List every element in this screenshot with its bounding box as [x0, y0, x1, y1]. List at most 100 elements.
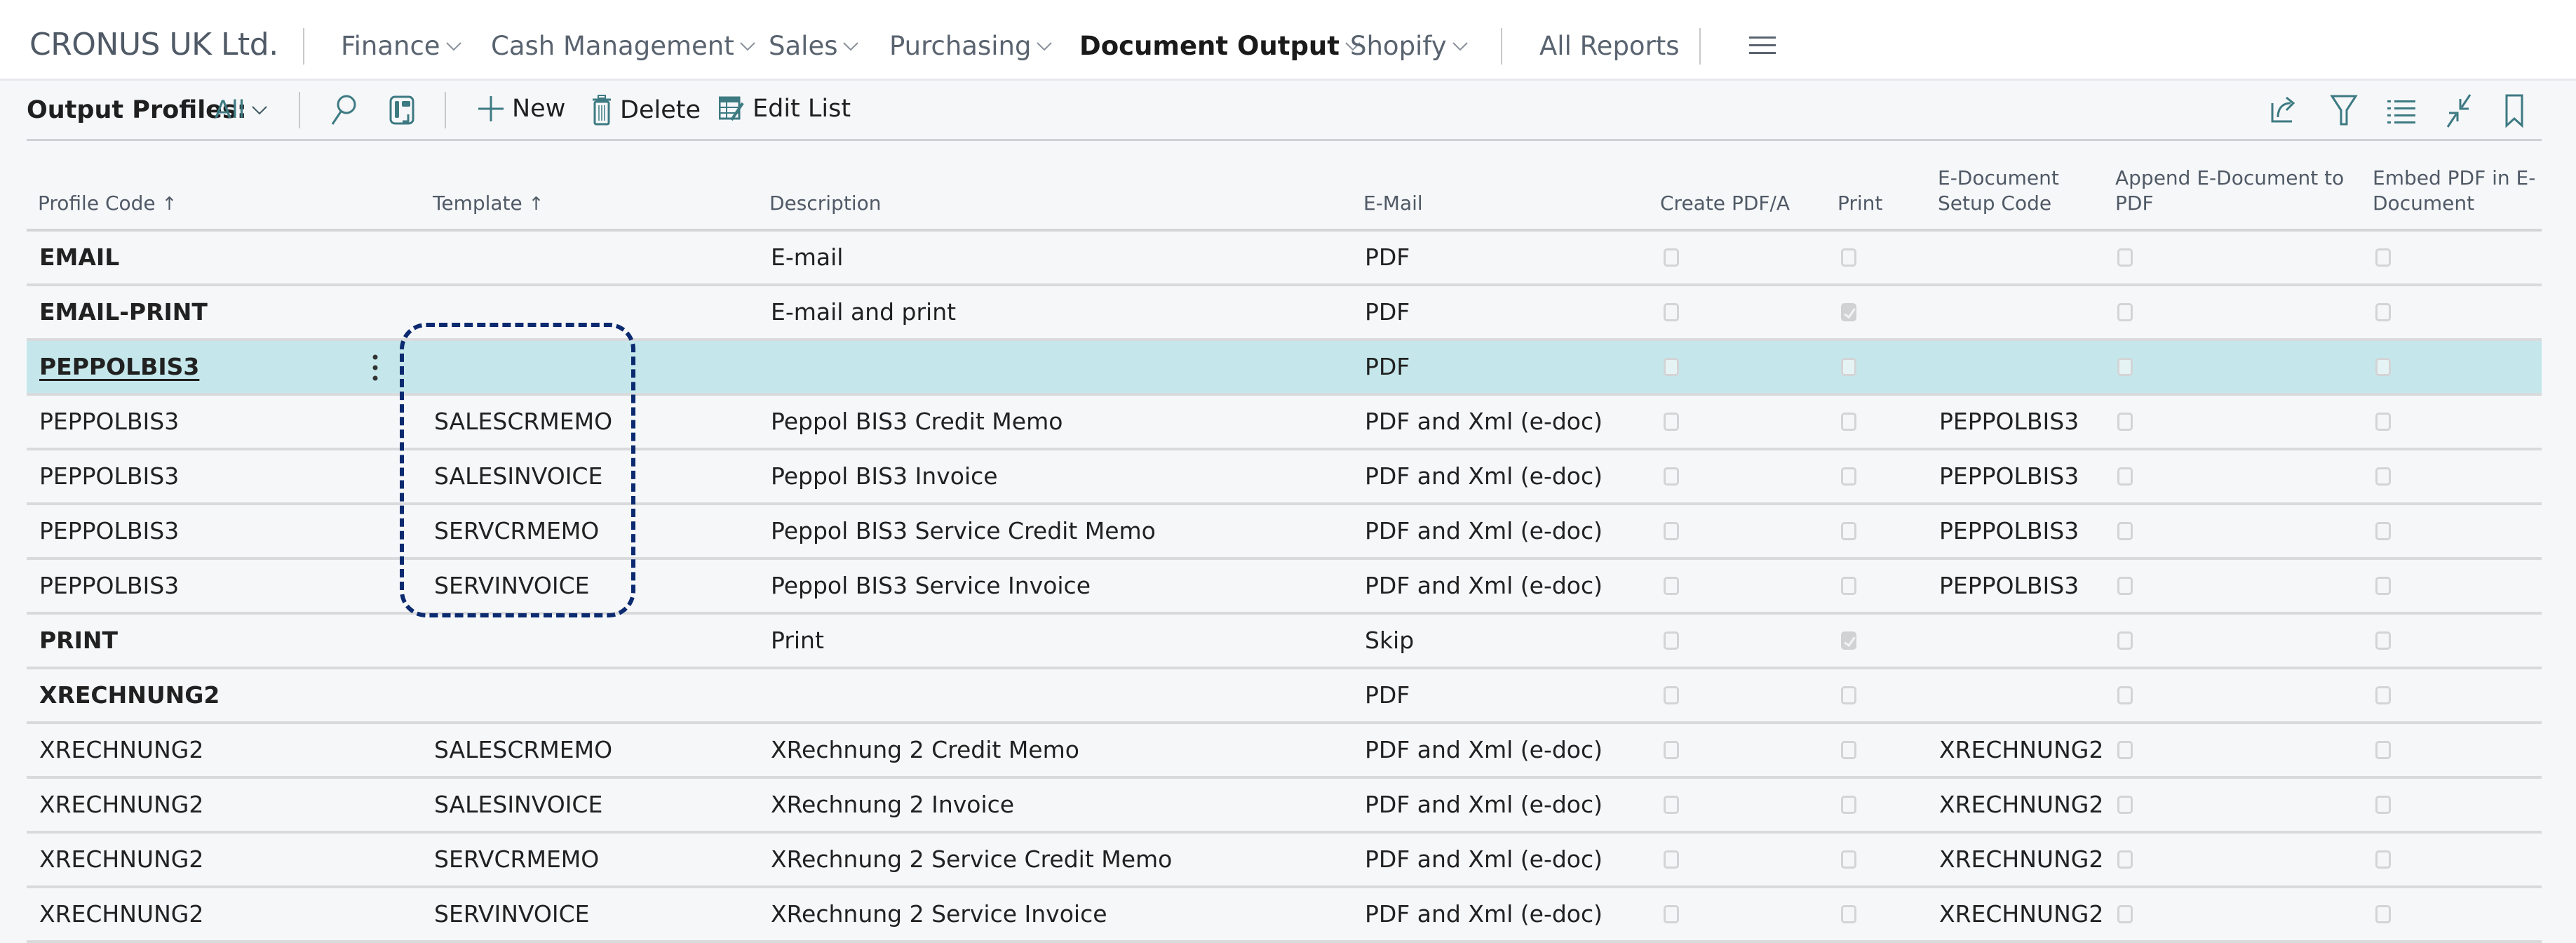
nav-shopify[interactable]: Shopify — [1350, 31, 1469, 61]
checkbox-append-edoc[interactable] — [2117, 467, 2133, 486]
checkbox-append-edoc[interactable] — [2117, 905, 2133, 923]
checkbox-print[interactable] — [1841, 686, 1856, 704]
cell-profile-code[interactable]: PEPPOLBIS3 — [39, 560, 179, 612]
hamburger-icon[interactable] — [1749, 36, 1776, 55]
column-header-description[interactable]: Description — [769, 191, 881, 216]
checkbox-embed-pdf[interactable] — [2375, 467, 2391, 486]
table-row[interactable]: XRECHNUNG2 SALESCRMEMO XRechnung 2 Credit … — [27, 724, 2542, 779]
checkbox-embed-pdf[interactable] — [2375, 358, 2391, 376]
cell-profile-code[interactable]: EMAIL — [39, 232, 119, 283]
checkbox-append-edoc[interactable] — [2117, 850, 2133, 869]
checkbox-embed-pdf[interactable] — [2375, 631, 2391, 650]
checkbox-create-pdfa[interactable] — [1664, 248, 1679, 267]
view-filter-dropdown[interactable]: All — [215, 96, 269, 124]
checkbox-print[interactable] — [1841, 631, 1856, 650]
cell-profile-code[interactable]: XRECHNUNG2 — [39, 888, 203, 940]
cell-profile-code[interactable]: PEPPOLBIS3 — [39, 396, 179, 448]
cell-profile-code[interactable]: PEPPOLBIS3 — [39, 505, 179, 557]
checkbox-create-pdfa[interactable] — [1664, 522, 1679, 540]
checkbox-print[interactable] — [1841, 522, 1856, 540]
column-header-create-pdfa[interactable]: Create PDF/A — [1660, 191, 1790, 216]
table-row[interactable]: XRECHNUNG2 SALESINVOICE XRechnung 2 Invoic… — [27, 779, 2542, 834]
checkbox-create-pdfa[interactable] — [1664, 796, 1679, 814]
column-header-profile-code[interactable]: Profile Code ↑ — [38, 191, 177, 217]
checkbox-embed-pdf[interactable] — [2375, 413, 2391, 431]
checkbox-embed-pdf[interactable] — [2375, 303, 2391, 321]
cell-profile-code[interactable]: XRECHNUNG2 — [39, 779, 203, 831]
checkbox-create-pdfa[interactable] — [1664, 358, 1679, 376]
checkbox-embed-pdf[interactable] — [2375, 741, 2391, 759]
checkbox-create-pdfa[interactable] — [1664, 741, 1679, 759]
toggle-layout-icon[interactable] — [389, 93, 417, 128]
nav-cash-management[interactable]: Cash Management — [491, 31, 757, 61]
column-header-template[interactable]: Template ↑ — [433, 191, 544, 217]
checkbox-print[interactable] — [1841, 358, 1856, 376]
cell-profile-code[interactable]: XRECHNUNG2 — [39, 669, 220, 721]
table-row[interactable]: PEPPOLBIS3 SALESCRMEMO Peppol BIS3 Credit … — [27, 396, 2542, 450]
cell-profile-code[interactable]: PRINT — [39, 615, 118, 667]
checkbox-append-edoc[interactable] — [2117, 358, 2133, 376]
table-row[interactable]: XRECHNUNG2 SERVINVOICE XRechnung 2 Service… — [27, 888, 2542, 943]
checkbox-create-pdfa[interactable] — [1664, 905, 1679, 923]
checkbox-print[interactable] — [1841, 303, 1856, 321]
cell-profile-code[interactable]: XRECHNUNG2 — [39, 834, 203, 885]
delete-button[interactable]: Delete — [592, 95, 701, 126]
checkbox-embed-pdf[interactable] — [2375, 522, 2391, 540]
checkbox-append-edoc[interactable] — [2117, 631, 2133, 650]
share-icon[interactable] — [2270, 93, 2298, 124]
checkbox-create-pdfa[interactable] — [1664, 303, 1679, 321]
checkbox-print[interactable] — [1841, 413, 1856, 431]
checkbox-create-pdfa[interactable] — [1664, 467, 1679, 486]
checkbox-append-edoc[interactable] — [2117, 248, 2133, 267]
table-row[interactable]: PEPPOLBIS3 SERVCRMEMO Peppol BIS3 Service … — [27, 505, 2542, 560]
column-header-email[interactable]: E-Mail — [1363, 191, 1423, 216]
nav-all-reports[interactable]: All Reports — [1539, 31, 1680, 61]
list-view-icon[interactable] — [2387, 99, 2415, 124]
checkbox-embed-pdf[interactable] — [2375, 796, 2391, 814]
edit-list-button[interactable]: Edit List — [719, 95, 851, 123]
table-row[interactable]: PEPPOLBIS3 SERVINVOICE Peppol BIS3 Service… — [27, 560, 2542, 615]
checkbox-append-edoc[interactable] — [2117, 741, 2133, 759]
search-icon[interactable] — [330, 93, 358, 128]
cell-profile-code[interactable]: XRECHNUNG2 — [39, 724, 203, 776]
nav-document-output[interactable]: Document Output — [1079, 31, 1362, 61]
table-row[interactable]: PRINT Print Skip — [27, 615, 2542, 669]
column-header-embed-pdf[interactable]: Embed PDF in E-Document — [2373, 166, 2548, 216]
company-name[interactable]: CRONUS UK Ltd. — [29, 27, 278, 62]
cell-profile-code[interactable]: PEPPOLBIS3 — [39, 450, 179, 502]
checkbox-print[interactable] — [1841, 577, 1856, 595]
checkbox-print[interactable] — [1841, 248, 1856, 267]
nav-finance[interactable]: Finance — [341, 31, 463, 61]
table-row[interactable]: PEPPOLBIS3 SALESINVOICE Peppol BIS3 Invoic… — [27, 450, 2542, 505]
table-row[interactable]: EMAIL-PRINT E-mail and print PDF — [27, 286, 2542, 341]
checkbox-create-pdfa[interactable] — [1664, 850, 1679, 869]
checkbox-embed-pdf[interactable] — [2375, 686, 2391, 704]
checkbox-append-edoc[interactable] — [2117, 303, 2133, 321]
checkbox-create-pdfa[interactable] — [1664, 413, 1679, 431]
checkbox-append-edoc[interactable] — [2117, 686, 2133, 704]
checkbox-append-edoc[interactable] — [2117, 522, 2133, 540]
new-button[interactable]: New — [478, 95, 565, 123]
checkbox-append-edoc[interactable] — [2117, 577, 2133, 595]
checkbox-embed-pdf[interactable] — [2375, 850, 2391, 869]
checkbox-embed-pdf[interactable] — [2375, 577, 2391, 595]
table-row[interactable]: XRECHNUNG2 SERVCRMEMO XRechnung 2 Service … — [27, 834, 2542, 888]
nav-sales[interactable]: Sales — [769, 31, 860, 61]
cell-profile-code[interactable]: PEPPOLBIS3 — [39, 341, 199, 393]
collapse-icon[interactable] — [2445, 93, 2473, 128]
checkbox-print[interactable] — [1841, 796, 1856, 814]
bookmark-icon[interactable] — [2504, 93, 2525, 128]
filter-icon[interactable] — [2330, 93, 2358, 127]
column-header-append-edoc[interactable]: Append E-Document to PDF — [2115, 166, 2347, 216]
checkbox-append-edoc[interactable] — [2117, 796, 2133, 814]
checkbox-append-edoc[interactable] — [2117, 413, 2133, 431]
table-row[interactable]: XRECHNUNG2 PDF — [27, 669, 2542, 724]
column-header-print[interactable]: Print — [1837, 191, 1882, 216]
checkbox-embed-pdf[interactable] — [2375, 905, 2391, 923]
table-row[interactable]: PEPPOLBIS3 PDF — [27, 341, 2542, 396]
checkbox-create-pdfa[interactable] — [1664, 686, 1679, 704]
checkbox-embed-pdf[interactable] — [2375, 248, 2391, 267]
checkbox-create-pdfa[interactable] — [1664, 631, 1679, 650]
checkbox-print[interactable] — [1841, 467, 1856, 486]
checkbox-print[interactable] — [1841, 850, 1856, 869]
